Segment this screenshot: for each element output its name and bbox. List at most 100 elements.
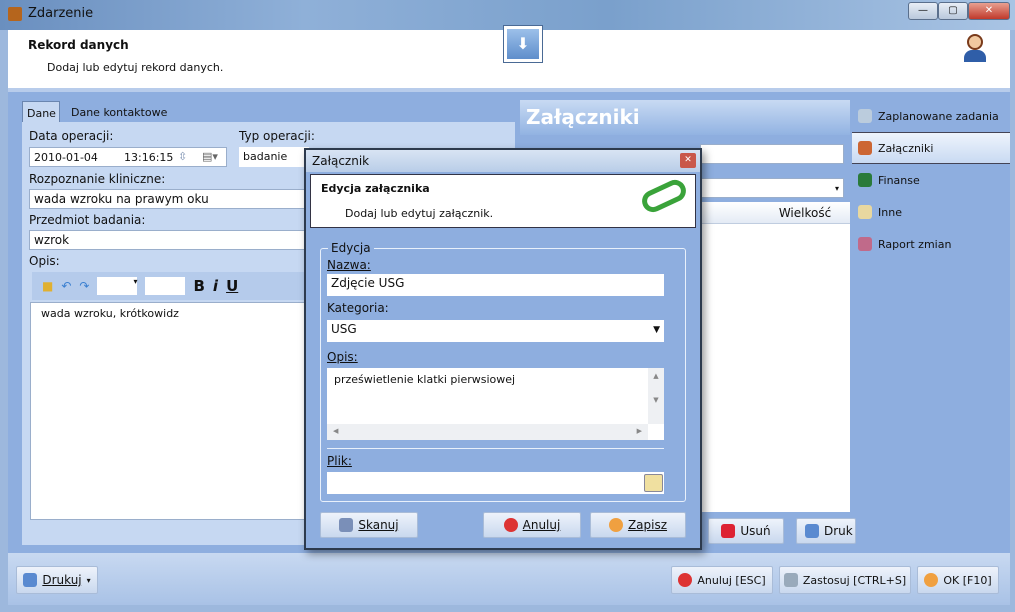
date-value: 2010-01-04 [34,151,98,164]
dialog-title-bar: Załącznik ✕ [306,150,700,172]
print-label: Drukuj [42,573,82,587]
scan-button[interactable]: Skanuj [320,512,418,538]
dropdown-arrow-icon[interactable]: ▾ [87,576,91,585]
dialog-header-subtitle: Dodaj lub edytuj załącznik. [345,207,494,220]
ok-icon [924,573,939,587]
print-label: Druk [824,524,853,538]
cancel-icon [503,518,518,532]
attachment-dialog: Załącznik ✕ Edycja załącznika Dodaj lub … [304,148,702,550]
report-icon [858,237,872,251]
browse-folder-button[interactable] [644,474,663,492]
desc-editor[interactable]: wada wzroku, krótkowidz [30,302,320,520]
cancel-label: Anuluj [522,518,561,532]
cancel-button[interactable]: Anuluj [ESC] [671,566,773,594]
redo-icon[interactable]: ↷ [79,279,89,293]
header-subtitle: Dodaj lub edytuj rekord danych. [47,61,224,74]
horizontal-scrollbar[interactable]: ◀ ▶ [327,424,648,440]
subject-field[interactable]: wzrok [29,230,319,250]
dialog-title: Załącznik [312,154,370,168]
header-title: Rekord danych [28,38,129,52]
type-field[interactable]: badanie [239,147,309,167]
desc-text: wada wzroku, krótkowidz [41,307,179,320]
sidebar-item-scheduled[interactable]: Zaplanowane zadania [852,100,1010,132]
minimize-button[interactable]: — [908,2,938,20]
sidebar-label: Zaplanowane zadania [878,109,999,123]
apply-icon [783,573,798,587]
desc-textarea[interactable]: prześwietlenie klatki pierwsiowej ▲ ▼ ◀ ▶ [327,368,664,440]
attachments-list[interactable]: Wielkość [700,202,850,512]
date-time-field[interactable]: 2010-01-04 13:16:15 ⇳ ▤▾ [29,147,227,167]
cancel-label: Anuluj [ESC] [697,573,766,587]
printer-icon [23,573,38,587]
open-folder-icon[interactable]: ■ [42,279,53,293]
dialog-close-button[interactable]: ✕ [680,153,696,168]
calendar-dropdown-icon[interactable]: ▤▾ [202,149,218,164]
cancel-icon [678,573,693,587]
close-button[interactable]: ✕ [968,2,1010,20]
sidebar-label: Raport zmian [878,237,952,251]
subject-label: Przedmiot badania: [29,213,146,227]
category-value: USG [331,322,357,336]
column-size[interactable]: Wielkość [700,202,850,224]
desc-label: Opis: [327,350,358,364]
editor-toolbar: ■ ↶ ↷ ▾ B i U [32,272,322,300]
underline-button[interactable]: U [226,277,238,295]
name-label: Nazwa: [327,258,371,272]
print-button[interactable]: Drukuj ▾ [16,566,98,594]
other-icon [858,205,872,219]
sidebar-item-attachments[interactable]: Załączniki [852,132,1010,164]
dropdown-arrow-icon: ▼ [653,325,660,335]
paperclip-icon [638,176,690,216]
font-select[interactable]: ▾ [97,277,138,295]
font-size-select[interactable] [145,277,186,295]
type-label: Typ operacji: [239,129,315,143]
sidebar-item-other[interactable]: Inne [852,196,1010,228]
attachments-title: Załączniki [520,100,850,135]
desc-text: prześwietlenie klatki pierwsiowej [334,373,516,386]
scan-label: Skanuj [358,518,399,532]
printer-icon [805,524,819,538]
print-attachment-button[interactable]: Druk [796,518,856,544]
delete-label: Usuń [740,524,771,538]
ok-button[interactable]: OK [F10] [917,566,999,594]
italic-button[interactable]: i [213,277,218,295]
tasks-icon [858,109,872,123]
attachments-search[interactable] [700,144,844,164]
file-field[interactable] [327,472,664,494]
collapse-arrow-button[interactable]: ⬇ [503,25,543,63]
attachments-filter[interactable]: ▾ [700,178,844,198]
tab-dane[interactable]: Dane [22,101,60,123]
tab-dane-kontaktowe[interactable]: Dane kontaktowe [71,106,167,119]
sidebar-item-finance[interactable]: Finanse [852,164,1010,196]
user-avatar-icon [963,34,987,64]
edit-group-label: Edycja [328,241,374,255]
bold-button[interactable]: B [193,277,204,295]
delete-icon [721,524,736,538]
sidebar-item-changelog[interactable]: Raport zmian [852,228,1010,260]
category-label: Kategoria: [327,301,389,315]
maximize-button[interactable]: ▢ [938,2,968,20]
delete-button[interactable]: Usuń [708,518,784,544]
ok-label: OK [F10] [943,573,992,587]
date-label: Data operacji: [29,129,114,143]
diag-field[interactable]: wada wzroku na prawym oku [29,189,319,209]
undo-icon[interactable]: ↶ [61,279,71,293]
divider [327,448,664,449]
save-button[interactable]: Zapisz [590,512,686,538]
time-spinner[interactable]: ⇳ [178,149,187,164]
sidebar-label: Inne [878,205,902,219]
window-title: Zdarzenie [28,6,94,21]
dialog-header-title: Edycja załącznika [321,182,430,195]
diag-label: Rozpoznanie kliniczne: [29,172,166,186]
time-value: 13:16:15 [124,151,174,164]
attachments-icon [858,141,872,155]
save-icon [608,518,623,532]
dialog-cancel-button[interactable]: Anuluj [483,512,581,538]
sidebar-label: Załączniki [878,141,934,155]
category-select[interactable]: USG ▼ [327,320,664,342]
name-field[interactable]: Zdjęcie USG [327,274,664,296]
vertical-scrollbar[interactable]: ▲ ▼ [648,368,664,424]
finance-icon [858,173,872,187]
record-header: Rekord danych Dodaj lub edytuj rekord da… [8,25,1010,88]
apply-button[interactable]: Zastosuj [CTRL+S] [779,566,911,594]
